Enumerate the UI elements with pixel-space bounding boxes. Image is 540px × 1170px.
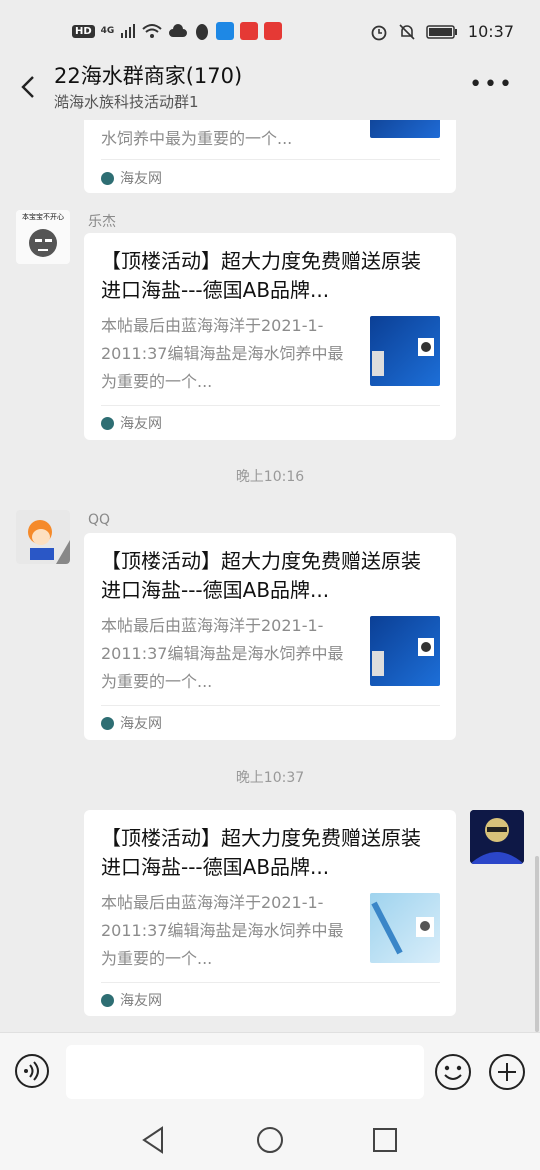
wifi-icon [142, 24, 162, 38]
cartoon-avatar-image [16, 510, 70, 564]
message-input[interactable] [66, 1045, 424, 1099]
link-card[interactable]: 【顶楼活动】超大力度免费赠送原装进口海盐---德国AB品牌... 本帖最后由蓝海… [84, 810, 456, 1016]
timestamp: 晚上10:37 [235, 770, 305, 786]
mute-icon [399, 23, 415, 40]
card-description: 本帖最后由蓝海海洋于2021-1-2011:37编辑海盐是海水饲养中最为重要的一… [101, 893, 344, 968]
card-thumbnail [370, 120, 440, 138]
link-card[interactable]: 【顶楼活动】超大力度免费赠送原装进口海盐---德国AB品牌... 本帖最后由蓝海… [84, 533, 456, 740]
voice-icon[interactable] [14, 1053, 50, 1089]
avatar[interactable] [16, 510, 70, 564]
input-bar [0, 1032, 540, 1111]
source-logo-icon [101, 171, 114, 185]
message-list[interactable]: 水饲养中最为重要的一个... 海友网 本宝宝不开心 乐杰 【顶楼活动】超大力度免… [0, 120, 540, 1032]
card-source-label: 海友网 [120, 993, 162, 1009]
card-divider [101, 705, 440, 706]
back-arrow-icon[interactable] [14, 72, 44, 102]
source-logo-icon [101, 416, 114, 430]
sender-name: 乐杰 [88, 214, 116, 230]
meme-avatar-image: 本宝宝不开心 [16, 210, 70, 264]
hd-badge: HD [72, 24, 95, 38]
card-title: 【顶楼活动】超大力度免费赠送原装进口海盐---德国AB品牌... [101, 826, 421, 879]
card-title: 【顶楼活动】超大力度免费赠送原装进口海盐---德国AB品牌... [101, 549, 421, 602]
sender-name: QQ [88, 512, 111, 528]
self-avatar-image [470, 810, 524, 864]
app-icon [240, 22, 259, 40]
back-triangle-icon[interactable] [138, 1124, 170, 1156]
avatar-text: 本宝宝不开心 [22, 212, 64, 221]
emoji-icon[interactable] [434, 1053, 472, 1091]
chat-header: 22海水群商家(170) 澔海水族科技活动群1 ••• [0, 56, 540, 120]
card-divider [101, 982, 440, 983]
avatar[interactable] [470, 810, 524, 864]
cloud-icon [169, 24, 188, 37]
card-thumbnail [370, 893, 440, 963]
chat-subtitle: 澔海水族科技活动群1 [54, 93, 199, 111]
card-source: 海友网 [101, 168, 162, 188]
app-icon [264, 22, 283, 40]
link-card[interactable]: 水饲养中最为重要的一个... 海友网 [84, 120, 456, 193]
penguin-icon [196, 24, 209, 40]
link-card[interactable]: 【顶楼活动】超大力度免费赠送原装进口海盐---德国AB品牌... 本帖最后由蓝海… [84, 233, 456, 440]
timestamp: 晚上10:16 [235, 469, 305, 485]
chat-title: 22海水群商家(170) [54, 64, 243, 88]
source-logo-icon [101, 716, 114, 730]
card-divider [101, 159, 440, 160]
card-source: 海友网 [101, 413, 162, 433]
card-source-label: 海友网 [120, 716, 162, 732]
scrollbar[interactable] [535, 856, 539, 1032]
card-description: 水饲养中最为重要的一个... [101, 129, 293, 148]
status-bar: HD 4G 10:37 [0, 0, 540, 64]
card-source: 海友网 [101, 713, 162, 733]
card-source: 海友网 [101, 990, 162, 1010]
card-title: 【顶楼活动】超大力度免费赠送原装进口海盐---德国AB品牌... [101, 249, 421, 302]
recents-square-icon[interactable] [369, 1124, 401, 1156]
avatar[interactable]: 本宝宝不开心 [16, 210, 70, 264]
card-source-label: 海友网 [120, 416, 162, 432]
card-divider [101, 405, 440, 406]
card-source-label: 海友网 [120, 171, 162, 187]
card-description: 本帖最后由蓝海海洋于2021-1-2011:37编辑海盐是海水饲养中最为重要的一… [101, 616, 344, 691]
card-thumbnail [370, 316, 440, 386]
battery-icon [426, 24, 457, 39]
source-logo-icon [101, 993, 114, 1007]
more-options-button[interactable]: ••• [469, 72, 514, 97]
plus-icon[interactable] [488, 1053, 526, 1091]
card-thumbnail [370, 616, 440, 686]
status-left-icons: HD 4G [72, 22, 283, 40]
system-nav-bar [0, 1110, 540, 1170]
signal-icon [121, 24, 136, 38]
alarm-icon [371, 25, 387, 40]
clock: 10:37 [467, 22, 514, 41]
home-circle-icon[interactable] [254, 1124, 286, 1156]
network-type-label: 4G [100, 26, 115, 36]
status-right-icons: 10:37 [370, 22, 514, 41]
app-icon [216, 22, 235, 40]
card-description: 本帖最后由蓝海海洋于2021-1-2011:37编辑海盐是海水饲养中最为重要的一… [101, 316, 344, 391]
